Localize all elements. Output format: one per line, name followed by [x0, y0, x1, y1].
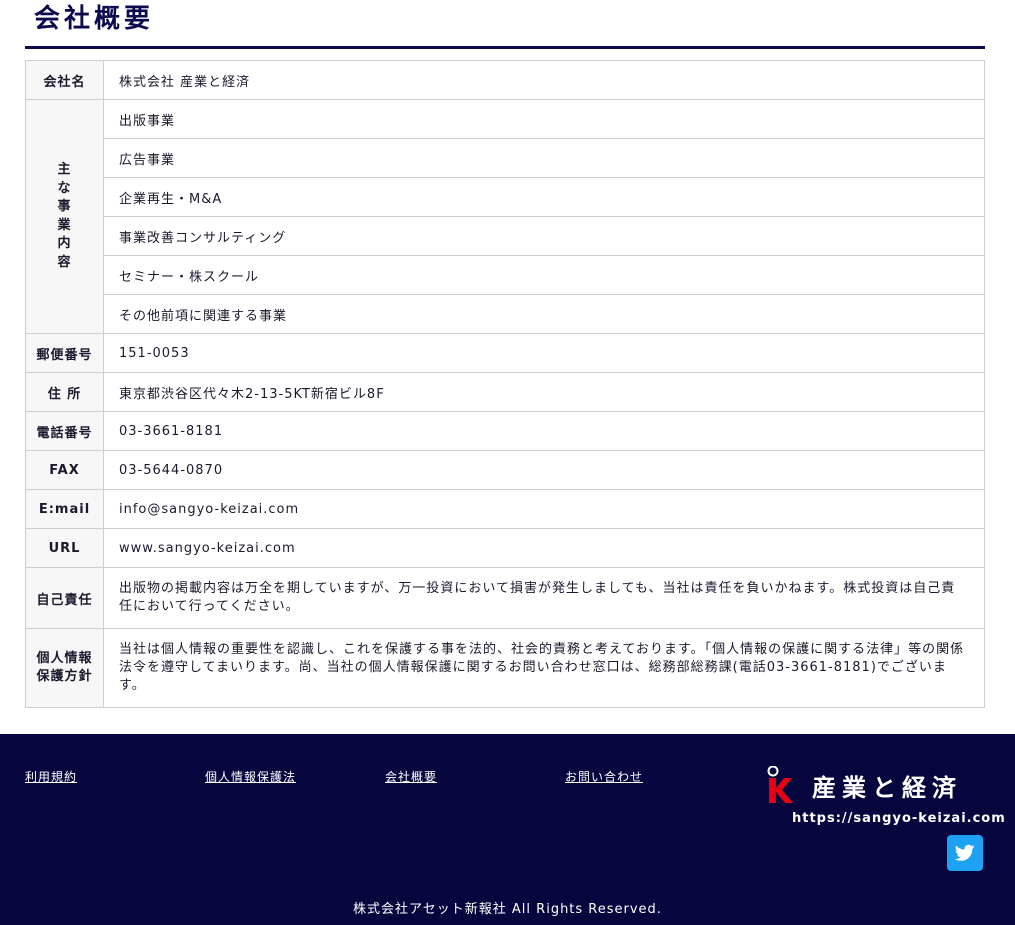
- table-row: E:mail info@sangyo-keizai.com: [25, 489, 985, 529]
- company-overview-page: 会社概要 会社名 株式会社 産業と経済 主な事業内容 出版事業 広告事業 企業再…: [0, 0, 1015, 925]
- row-label: 電話番号: [25, 411, 104, 451]
- company-name-value: 株式会社 産業と経済: [103, 60, 985, 100]
- business-label: 主な事業内容: [57, 162, 72, 270]
- table-row: FAX 03-5644-0870: [25, 450, 985, 490]
- logo-k-icon: [767, 766, 793, 803]
- row-label: FAX: [25, 450, 104, 490]
- table-row: 企業再生・M&A: [26, 177, 985, 217]
- privacy-value: 当社は個人情報の重要性を認識し、これを保護する事を法的、社会的責務と考えておりま…: [103, 628, 985, 708]
- table-row: 電話番号 03-3661-8181: [25, 411, 985, 451]
- business-item: 出版事業: [103, 99, 985, 139]
- row-label: 個人情報 保護方針: [25, 628, 104, 708]
- business-item: 事業改善コンサルティング: [103, 216, 985, 256]
- footer-link-company[interactable]: 会社概要: [385, 768, 437, 785]
- logo-url: https://sangyo-keizai.com: [792, 811, 1006, 826]
- url-value: www.sangyo-keizai.com: [103, 528, 985, 568]
- business-item: 広告事業: [103, 138, 985, 178]
- footer-link-contact[interactable]: お問い合わせ: [565, 768, 643, 785]
- page-title: 会社概要: [34, 4, 155, 34]
- phone-value: 03-3661-8181: [103, 411, 985, 451]
- row-label: URL: [25, 528, 104, 568]
- business-item: セミナー・株スクール: [103, 255, 985, 295]
- twitter-icon: [955, 844, 975, 861]
- privacy-label-line1: 個人情報: [36, 651, 93, 666]
- fax-value: 03-5644-0870: [103, 450, 985, 490]
- table-row: 個人情報 保護方針 当社は個人情報の重要性を認識し、これを保護する事を法的、社会…: [25, 628, 985, 708]
- disclaimer-value: 出版物の掲載内容は万全を期していますが、万一投資において損害が発生しましても、当…: [103, 567, 985, 629]
- row-label: E:mail: [25, 489, 104, 529]
- table-row: 住 所 東京都渋谷区代々木2-13-5KT新宿ビル8F: [25, 372, 985, 412]
- company-info-table: 会社名 株式会社 産業と経済 主な事業内容 出版事業 広告事業 企業再生・M&A…: [25, 60, 985, 708]
- table-row: 会社名 株式会社 産業と経済: [25, 60, 985, 100]
- copyright-text: 株式会社アセット新報社 All Rights Reserved.: [353, 902, 662, 917]
- title-underline: [25, 46, 985, 49]
- table-row: 事業改善コンサルティング: [26, 216, 985, 256]
- twitter-button[interactable]: [947, 835, 983, 871]
- address-value: 東京都渋谷区代々木2-13-5KT新宿ビル8F: [103, 372, 985, 412]
- postal-code-value: 151-0053: [103, 333, 985, 373]
- table-row: その他前項に関連する事業: [26, 294, 985, 334]
- email-value: info@sangyo-keizai.com: [103, 489, 985, 529]
- table-row: 主な事業内容 出版事業: [25, 99, 985, 334]
- logo-text: 産業と経済: [812, 774, 962, 802]
- table-row: URL www.sangyo-keizai.com: [25, 528, 985, 568]
- privacy-label: 個人情報 保護方針: [36, 650, 92, 686]
- table-row: セミナー・株スクール: [26, 255, 985, 295]
- row-label: 主な事業内容: [25, 99, 104, 334]
- footer-link-terms[interactable]: 利用規約: [25, 768, 77, 785]
- footer-link-privacy[interactable]: 個人情報保護法: [205, 768, 296, 785]
- row-label: 自己責任: [25, 567, 104, 629]
- table-row: 広告事業: [26, 138, 985, 178]
- privacy-label-line2: 保護方針: [36, 669, 93, 684]
- business-item: その他前項に関連する事業: [103, 294, 985, 334]
- table-row: 郵便番号 151-0053: [25, 333, 985, 373]
- business-item: 企業再生・M&A: [103, 177, 985, 217]
- row-label: 郵便番号: [25, 333, 104, 373]
- row-label: 住 所: [25, 372, 104, 412]
- table-row: 自己責任 出版物の掲載内容は万全を期していますが、万一投資において損害が発生しま…: [25, 567, 985, 629]
- row-label: 会社名: [25, 60, 104, 100]
- site-footer: 利用規約 個人情報保護法 会社概要 お問い合わせ 産業と経済 https://s…: [0, 734, 1015, 925]
